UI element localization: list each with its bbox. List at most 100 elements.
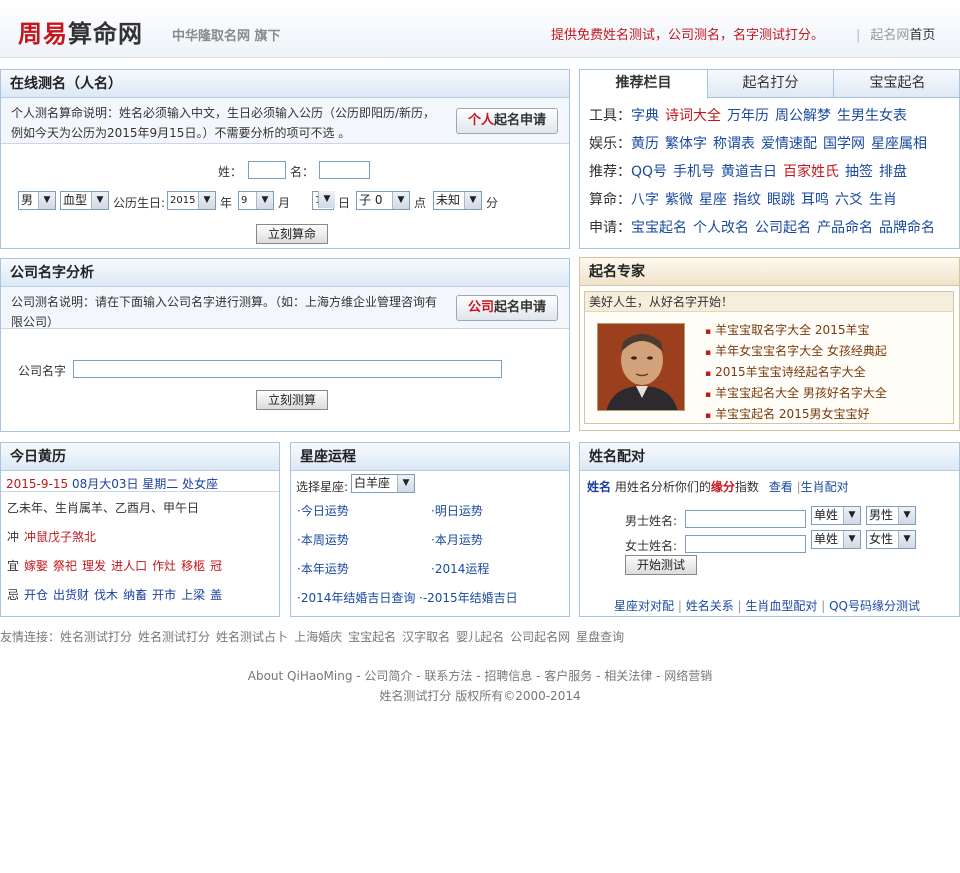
zodiac-link-wedding-2014[interactable]: ·2014年结婚吉日查询: [297, 589, 415, 606]
birth-minute-select[interactable]: 未知 ▼: [433, 191, 482, 210]
recommend-link[interactable]: 万年历: [727, 108, 769, 124]
almanac-item-link[interactable]: 进人口: [111, 559, 147, 573]
name-match-bottom-link[interactable]: QQ号码缘分测试: [829, 599, 920, 613]
male-surname-type-select[interactable]: 单姓 ▼: [811, 506, 861, 525]
expert-link[interactable]: 羊年女宝宝名字大全 女孩经典起: [705, 341, 887, 362]
almanac-item-link[interactable]: 出货财: [53, 588, 89, 602]
recommend-link[interactable]: 星座属相: [871, 136, 927, 152]
recommend-link[interactable]: 排盘: [879, 164, 907, 180]
view-link[interactable]: 查看: [769, 480, 793, 494]
recommend-link[interactable]: 指纹: [733, 192, 761, 208]
almanac-item-link[interactable]: 移柩: [181, 559, 205, 573]
female-surname-type-select[interactable]: 单姓 ▼: [811, 530, 861, 549]
zodiac-select[interactable]: 白羊座 ▼: [351, 474, 415, 493]
recommend-link[interactable]: 字典: [631, 108, 659, 124]
almanac-item-link[interactable]: 嫁娶: [24, 559, 48, 573]
almanac-item-link[interactable]: 作灶: [152, 559, 176, 573]
expert-link[interactable]: 羊宝宝起名 2015男女宝宝好: [705, 404, 887, 425]
female-name-input[interactable]: [685, 535, 806, 553]
recommend-link[interactable]: 国学网: [823, 136, 865, 152]
gender-select[interactable]: 男 ▼: [18, 191, 56, 210]
almanac-item-link[interactable]: 开仓: [24, 588, 48, 602]
almanac-item-link[interactable]: 祭祀: [53, 559, 77, 573]
recommend-link[interactable]: 产品命名: [817, 220, 873, 236]
expert-link[interactable]: 2015羊宝宝诗经起名字大全: [705, 362, 887, 383]
zodiac-link-tomorrow[interactable]: ·明日运势: [431, 502, 483, 519]
zodiac-link-wedding-2015[interactable]: ·-2015年结婚吉日: [419, 589, 518, 606]
recommend-link[interactable]: 黄道吉日: [721, 164, 777, 180]
recommend-link[interactable]: 六爻: [835, 192, 863, 208]
female-gender-select[interactable]: 女性 ▼: [866, 530, 916, 549]
friend-link[interactable]: 星盘查询: [576, 630, 624, 644]
tab-name-score[interactable]: 起名打分: [708, 70, 834, 98]
birth-month-select[interactable]: 9 ▼: [238, 191, 274, 210]
name-match-bottom-link[interactable]: 生肖血型配对: [745, 599, 817, 613]
almanac-item-link[interactable]: 盖: [210, 588, 222, 602]
tab-recommend[interactable]: 推荐栏目: [580, 70, 708, 99]
recommend-link[interactable]: 生男生女表: [837, 108, 907, 124]
surname-input[interactable]: [248, 161, 286, 179]
friend-link[interactable]: 婴儿起名: [456, 630, 504, 644]
recommend-link[interactable]: 爱情速配: [761, 136, 817, 152]
almanac-item-link[interactable]: 理发: [82, 559, 106, 573]
zodiac-link-2014[interactable]: ·2014运程: [431, 560, 489, 577]
nav-site-link[interactable]: 起名网: [870, 28, 909, 43]
zodiac-link-week[interactable]: ·本周运势: [297, 531, 349, 548]
almanac-item-link[interactable]: 开市: [152, 588, 176, 602]
footer-links[interactable]: About QiHaoMing - 公司简介 - 联系方法 - 招聘信息 - 客…: [0, 667, 960, 684]
expert-link[interactable]: 羊宝宝取名字大全 2015羊宝: [705, 320, 887, 341]
recommend-link[interactable]: 八字: [631, 192, 659, 208]
recommend-link[interactable]: QQ号: [631, 164, 667, 180]
name-match-bottom-link[interactable]: 姓名关系: [686, 599, 734, 613]
expert-photo[interactable]: [597, 323, 685, 411]
almanac-item-link[interactable]: 纳畜: [123, 588, 147, 602]
friend-link[interactable]: 公司起名网: [510, 630, 570, 644]
person-submit-button[interactable]: 立刻算命: [256, 224, 329, 244]
recommend-link[interactable]: 手机号: [673, 164, 715, 180]
birth-year-select[interactable]: 2015 ▼: [167, 191, 216, 210]
recommend-link[interactable]: 诗词大全: [665, 108, 721, 124]
recommend-link[interactable]: 黄历: [631, 136, 659, 152]
friend-link[interactable]: 姓名测试打分: [60, 630, 132, 644]
almanac-item-link[interactable]: 冠: [210, 559, 222, 573]
recommend-link[interactable]: 星座: [699, 192, 727, 208]
recommend-link[interactable]: 紫微: [665, 192, 693, 208]
recommend-link[interactable]: 品牌命名: [879, 220, 935, 236]
friend-link[interactable]: 上海婚庆: [294, 630, 342, 644]
company-submit-button[interactable]: 立刻测算: [256, 390, 329, 410]
nav-home-link[interactable]: 首页: [909, 28, 935, 43]
friend-link[interactable]: 姓名测试占卜: [216, 630, 288, 644]
recommend-link[interactable]: 称谓表: [713, 136, 755, 152]
company-name-input[interactable]: [73, 360, 502, 378]
zodiac-link-month[interactable]: ·本月运势: [431, 531, 483, 548]
almanac-item-link[interactable]: 上梁: [181, 588, 205, 602]
recommend-link[interactable]: 宝宝起名: [631, 220, 687, 236]
site-logo[interactable]: 周易算命网: [18, 14, 143, 49]
male-gender-select[interactable]: 男性 ▼: [866, 506, 916, 525]
zodiac-link-year[interactable]: ·本年运势: [297, 560, 349, 577]
person-apply-button[interactable]: 个人起名申请: [456, 108, 558, 134]
birth-hour-select[interactable]: 子 0 ▼: [356, 191, 410, 210]
recommend-link[interactable]: 百家姓氏: [783, 164, 839, 180]
recommend-link[interactable]: 繁体字: [665, 136, 707, 152]
friend-link[interactable]: 姓名测试打分: [138, 630, 210, 644]
zodiac-match-link[interactable]: 生肖配对: [801, 480, 849, 494]
name-match-bottom-link[interactable]: 星座对对配: [614, 599, 674, 613]
friend-link[interactable]: 汉字取名: [402, 630, 450, 644]
recommend-link[interactable]: 耳鸣: [801, 192, 829, 208]
friend-link[interactable]: 宝宝起名: [348, 630, 396, 644]
company-apply-button[interactable]: 公司起名申请: [456, 295, 558, 321]
tab-baby-naming[interactable]: 宝宝起名: [834, 70, 960, 98]
recommend-link[interactable]: 生肖: [869, 192, 897, 208]
given-name-input[interactable]: [319, 161, 370, 179]
zodiac-link-today[interactable]: ·今日运势: [297, 502, 349, 519]
almanac-item-link[interactable]: 伐木: [94, 588, 118, 602]
expert-link[interactable]: 羊宝宝起名大全 男孩好名字大全: [705, 383, 887, 404]
recommend-link[interactable]: 眼跳: [767, 192, 795, 208]
recommend-link[interactable]: 个人改名: [693, 220, 749, 236]
recommend-link[interactable]: 周公解梦: [775, 108, 831, 124]
recommend-link[interactable]: 公司起名: [755, 220, 811, 236]
name-match-submit-button[interactable]: 开始测试: [625, 555, 698, 575]
blood-type-select[interactable]: 血型 ▼: [60, 191, 109, 210]
recommend-link[interactable]: 抽签: [845, 164, 873, 180]
